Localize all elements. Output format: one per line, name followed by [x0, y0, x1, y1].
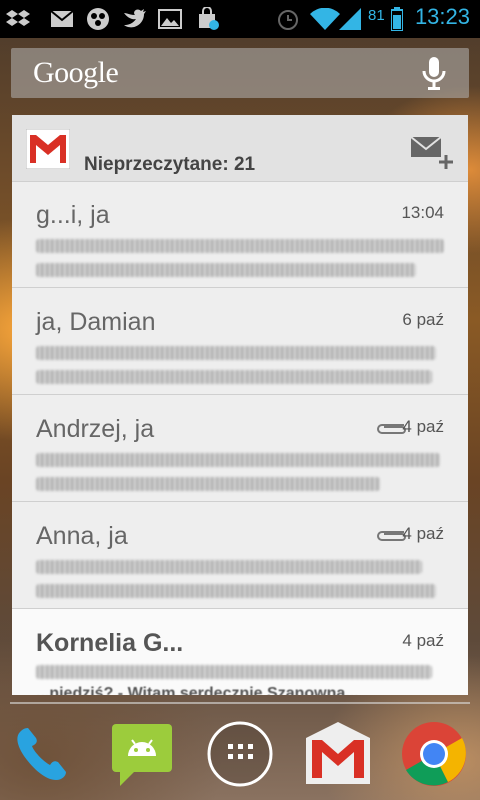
google-logo[interactable]: Google: [33, 56, 119, 90]
gmail-widget: Nieprzeczytane: 21 g...i, ja 13:04 ja, D…: [12, 115, 468, 695]
signal-icon: [338, 8, 362, 30]
phone-icon[interactable]: [6, 718, 78, 790]
dock-divider: [10, 702, 470, 704]
mail-date: 4 paź: [402, 524, 444, 543]
microphone-icon[interactable]: [421, 57, 447, 91]
status-bar: 81 13:23: [0, 0, 480, 38]
mail-row[interactable]: g...i, ja 13:04: [12, 181, 468, 288]
mail-subject-redacted: [36, 346, 436, 360]
mail-subject-redacted: [36, 453, 440, 467]
mail-date: 4 paź: [402, 417, 444, 436]
gallery-icon: [158, 8, 182, 30]
mail-subject-redacted: [36, 239, 444, 253]
google-search-bar[interactable]: Google: [11, 48, 469, 98]
mail-sender: g...i, ja: [36, 201, 110, 229]
mail-row[interactable]: Kornelia G... 4 paź ...niedziś? - Witam …: [12, 609, 468, 695]
mail-sender: Anna, ja: [36, 522, 128, 550]
gmail-icon[interactable]: [302, 718, 374, 790]
mail-snippet-redacted: [36, 477, 380, 491]
mail-row[interactable]: ja, Damian 6 paź: [12, 288, 468, 395]
alarm-icon: [276, 8, 300, 30]
mail-snippet-redacted: [36, 263, 416, 277]
wifi-icon: [310, 8, 340, 30]
messaging-icon[interactable]: [106, 718, 178, 790]
app-drawer-icon[interactable]: [204, 718, 276, 790]
unread-count[interactable]: Nieprzeczytane: 21: [84, 154, 255, 176]
mail-date: 6 paź: [402, 310, 444, 329]
widget-header: Nieprzeczytane: 21: [12, 115, 468, 182]
battery-icon: [390, 7, 404, 31]
store-update-icon: [196, 7, 220, 30]
mail-snippet-redacted: [36, 584, 436, 598]
mail-date: 13:04: [401, 203, 444, 222]
dropbox-icon: [6, 8, 30, 30]
mail-sender: Kornelia G...: [36, 629, 184, 657]
mail-sender: ja, Damian: [36, 308, 156, 336]
mail-row[interactable]: Anna, ja 4 paź: [12, 502, 468, 609]
compose-icon[interactable]: [410, 133, 454, 169]
mail-snippet-redacted: [36, 370, 432, 384]
bbm-icon: [86, 8, 110, 30]
mail-row[interactable]: Andrzej, ja 4 paź: [12, 395, 468, 502]
battery-level: 81: [368, 7, 385, 24]
mail-sender: Andrzej, ja: [36, 415, 155, 443]
gmail-notification-icon: [50, 8, 74, 30]
chrome-icon[interactable]: [398, 718, 470, 790]
mail-date: 4 paź: [402, 631, 444, 650]
mail-snippet: ...niedziś? - Witam serdecznie Szanowna.…: [36, 685, 359, 695]
twitter-icon: [122, 8, 146, 30]
mail-subject-redacted: [36, 560, 422, 574]
dock: [0, 710, 480, 800]
gmail-logo-icon[interactable]: [25, 128, 71, 170]
clock: 13:23: [414, 4, 470, 29]
mail-subject-redacted: [36, 665, 432, 679]
